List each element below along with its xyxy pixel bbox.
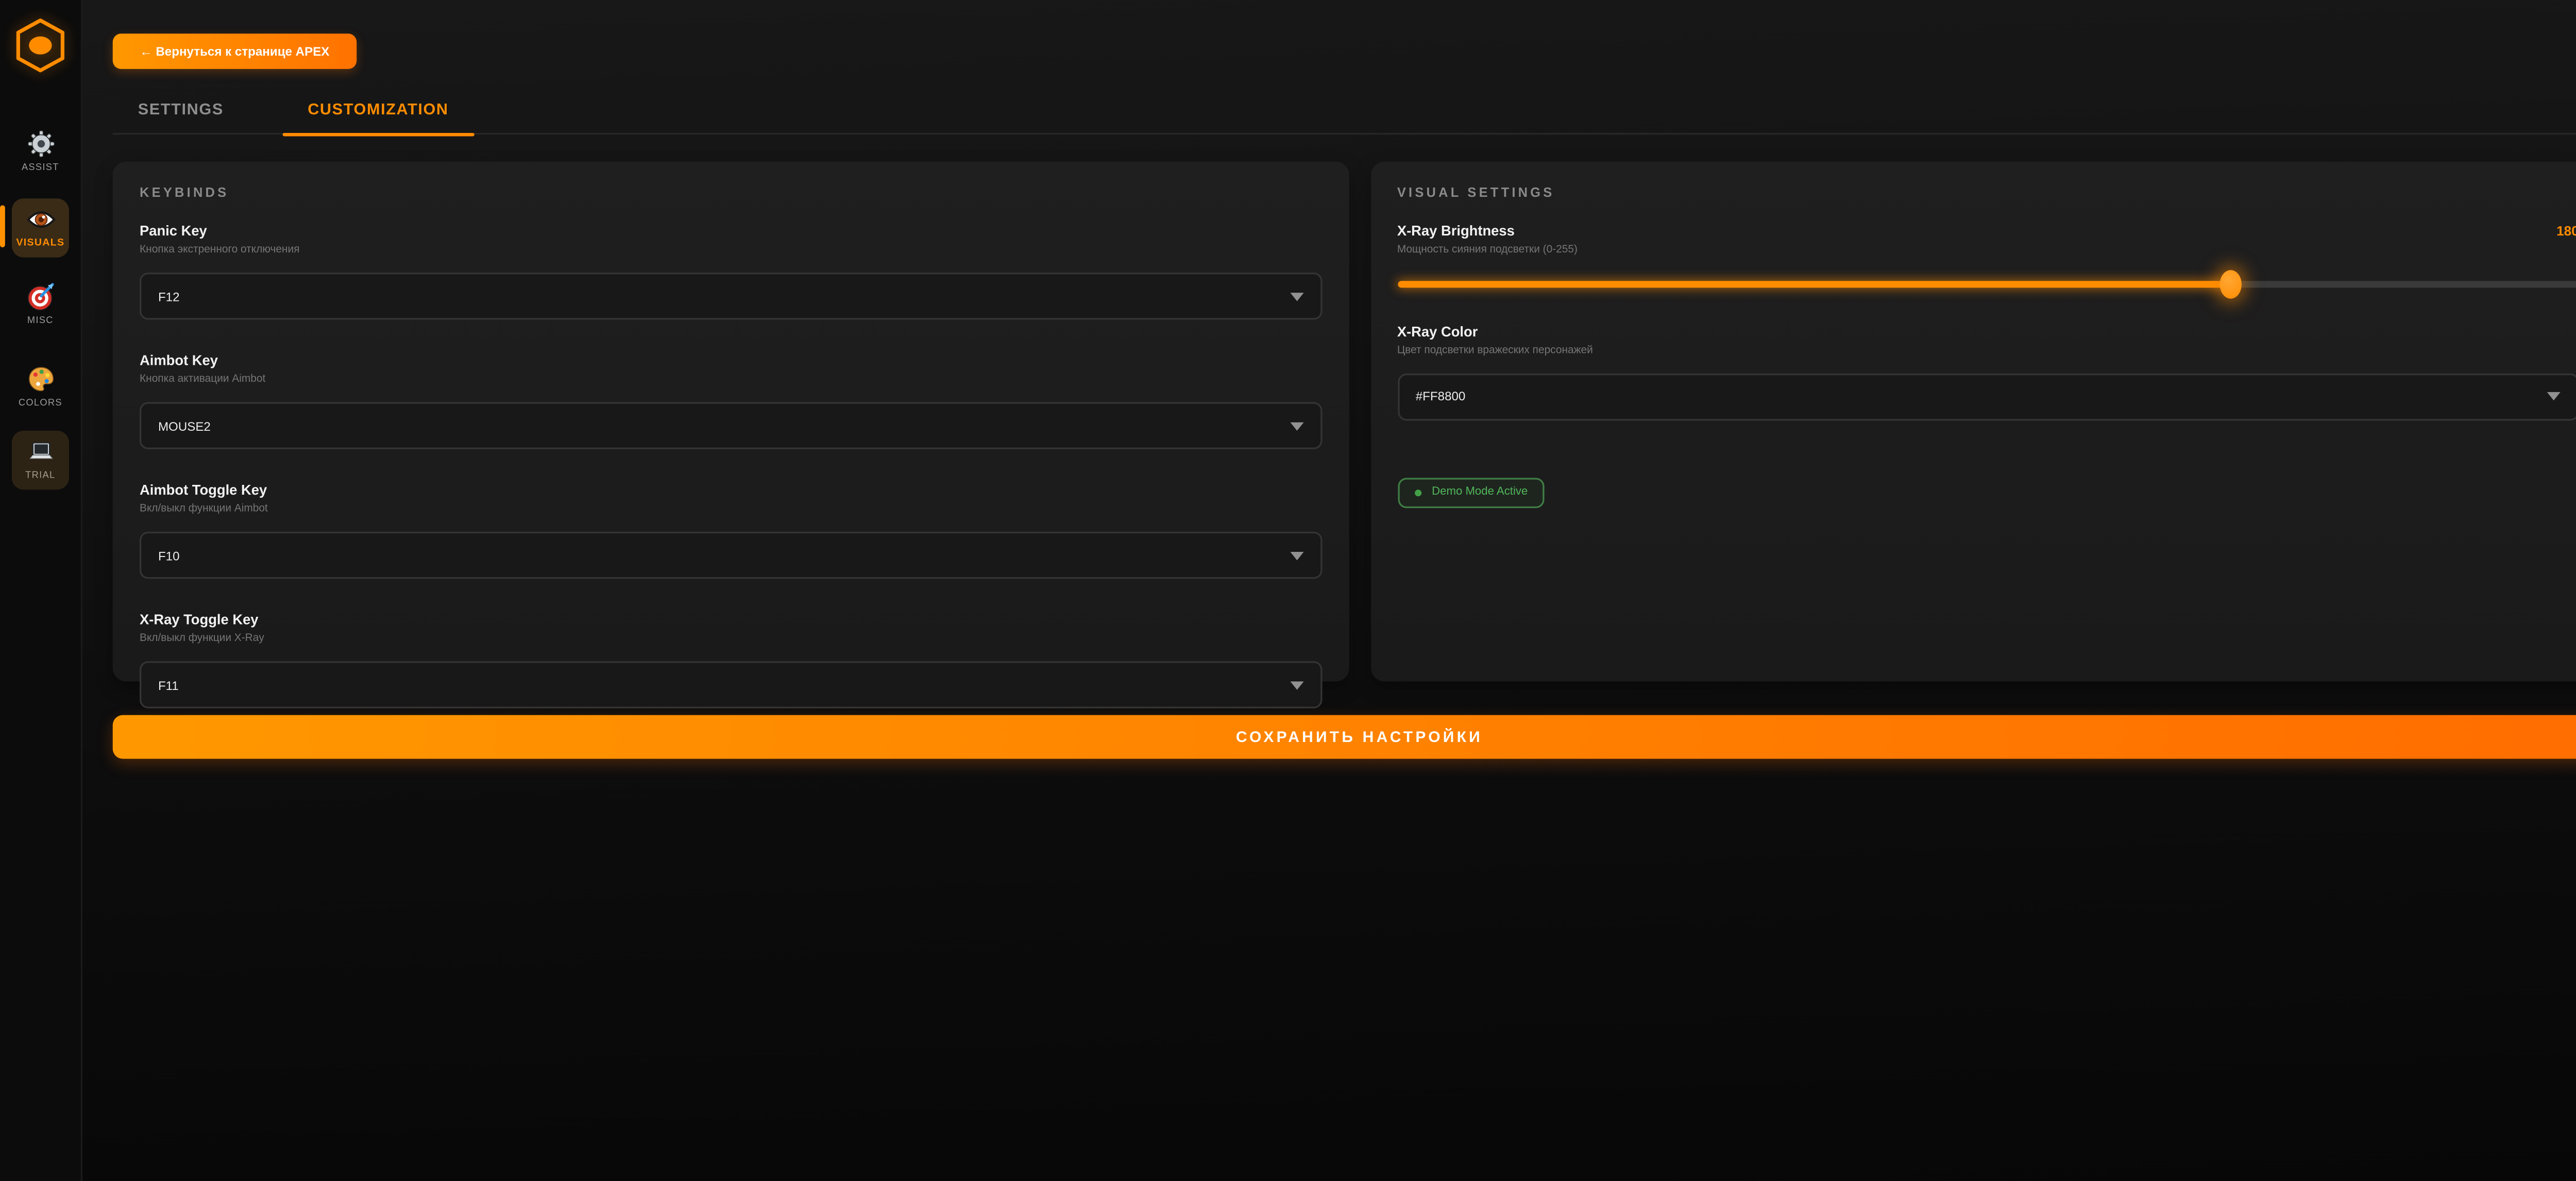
- chevron-down-icon: [1290, 551, 1303, 559]
- tab-settings[interactable]: SETTINGS: [113, 99, 249, 133]
- active-indicator-bar: [0, 205, 4, 247]
- sidebar-item-label: TRIAL: [25, 471, 55, 481]
- sidebar-item-assist[interactable]: ASSIST: [12, 123, 69, 181]
- gear-icon: [26, 129, 55, 158]
- field-label: Aimbot Key: [140, 351, 1321, 370]
- sidebar-item-visuals[interactable]: VISUALS: [12, 198, 69, 257]
- sidebar-item-trial[interactable]: TRIAL: [12, 431, 69, 490]
- chevron-down-icon: [2547, 393, 2561, 401]
- field-description: Вкл/выкл функции X-Ray: [140, 631, 1321, 646]
- aimbot-key-select[interactable]: MOUSE2: [140, 402, 1321, 449]
- select-value: F10: [158, 548, 180, 563]
- aimbot-toggle-key-field: Aimbot Toggle Key Вкл/выкл функции Aimbo…: [140, 481, 1321, 579]
- chevron-down-icon: [1290, 292, 1303, 300]
- xray-brightness-fill: [1397, 281, 2231, 287]
- main-content: ← Вернуться к странице APEX SETTINGS CUS…: [81, 0, 2576, 759]
- save-settings-button[interactable]: СОХРАНИТЬ НАСТРОЙКИ: [113, 715, 2576, 759]
- panel-title: VISUAL SETTINGS: [1397, 185, 2576, 200]
- field-label: Aimbot Toggle Key: [140, 481, 1321, 500]
- xray-color-select[interactable]: #FF8800: [1397, 373, 2576, 420]
- field-description: Кнопка экстренного отключения: [140, 242, 1321, 257]
- tab-customization[interactable]: CUSTOMIZATION: [282, 99, 473, 133]
- xray-brightness-handle[interactable]: [2221, 270, 2242, 299]
- visual-settings-panel: VISUAL SETTINGS X-Ray Brightness 180 Мощ…: [1370, 161, 2576, 681]
- sidebar: ASSIST VISUALS MISC: [0, 0, 82, 1181]
- app-window: ASSIST VISUALS MISC: [0, 0, 2576, 1181]
- sidebar-item-label: COLORS: [19, 399, 62, 409]
- back-to-apex-button[interactable]: ← Вернуться к странице APEX: [113, 33, 357, 69]
- select-value: F12: [158, 289, 180, 303]
- laptop-icon: [26, 437, 55, 466]
- tab-bar: SETTINGS CUSTOMIZATION: [113, 99, 2576, 135]
- xray-brightness-field: X-Ray Brightness 180 Мощность сияния под…: [1397, 222, 2576, 288]
- settings-panels: KEYBINDS Panic Key Кнопка экстренного от…: [113, 161, 2576, 681]
- field-description: Кнопка активации Aimbot: [140, 372, 1321, 387]
- chevron-down-icon: [1290, 421, 1303, 430]
- xray-toggle-key-field: X-Ray Toggle Key Вкл/выкл функции X-Ray …: [140, 611, 1321, 708]
- xray-brightness-slider[interactable]: [1397, 281, 2576, 287]
- keybinds-panel: KEYBINDS Panic Key Кнопка экстренного от…: [113, 161, 1348, 681]
- xray-toggle-key-select[interactable]: F11: [140, 661, 1321, 708]
- aimbot-toggle-key-select[interactable]: F10: [140, 532, 1321, 579]
- field-description: Мощность сияния подсветки (0-255): [1397, 242, 2576, 257]
- xray-brightness-value: 180: [2556, 224, 2576, 239]
- select-value: #FF8800: [1416, 389, 1466, 404]
- sidebar-item-label: VISUALS: [16, 239, 64, 249]
- field-description: Вкл/выкл функции Aimbot: [140, 501, 1321, 516]
- select-value: MOUSE2: [158, 418, 211, 433]
- panel-title: KEYBINDS: [140, 185, 1321, 200]
- demo-mode-badge: Demo Mode Active: [1397, 478, 1545, 508]
- sidebar-item-label: MISC: [27, 316, 54, 327]
- eye-icon: [26, 205, 55, 234]
- panic-key-field: Panic Key Кнопка экстренного отключения …: [140, 222, 1321, 319]
- palette-icon: [26, 365, 55, 394]
- status-dot-icon: [1414, 489, 1421, 497]
- demo-mode-label: Demo Mode Active: [1432, 487, 1528, 499]
- field-label: Panic Key: [140, 222, 1321, 241]
- sidebar-item-colors[interactable]: COLORS: [12, 359, 69, 417]
- chevron-down-icon: [1290, 681, 1303, 689]
- field-label: X-Ray Color: [1397, 323, 2576, 341]
- sidebar-item-misc[interactable]: MISC: [12, 276, 69, 335]
- field-label: X-Ray Toggle Key: [140, 611, 1321, 629]
- sidebar-item-label: ASSIST: [22, 163, 59, 174]
- panic-key-select[interactable]: F12: [140, 273, 1321, 319]
- aimbot-key-field: Aimbot Key Кнопка активации Aimbot MOUSE…: [140, 351, 1321, 449]
- field-label: X-Ray Brightness: [1397, 222, 1515, 241]
- field-description: Цвет подсветки вражеских персонажей: [1397, 343, 2576, 358]
- app-logo-hexagon-icon: [13, 17, 67, 74]
- dart-icon: [26, 283, 55, 312]
- select-value: F11: [158, 677, 179, 692]
- xray-color-field: X-Ray Color Цвет подсветки вражеских пер…: [1397, 323, 2576, 420]
